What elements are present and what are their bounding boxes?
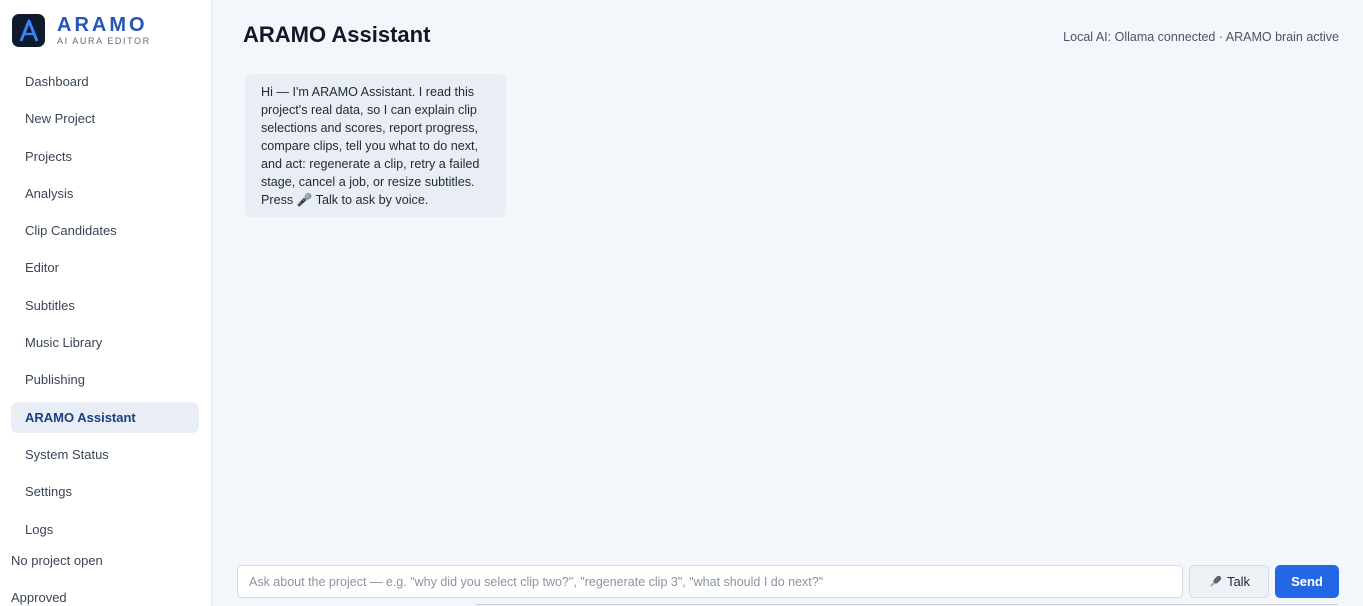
sidebar-item-editor[interactable]: Editor bbox=[11, 252, 199, 283]
sidebar-item-label: Publishing bbox=[25, 372, 85, 388]
sidebar-item-logs[interactable]: Logs bbox=[11, 514, 199, 545]
sidebar-item-label: Clip Candidates bbox=[25, 223, 117, 239]
sidebar-item-label: System Status bbox=[25, 446, 109, 462]
sidebar-item-label: Logs bbox=[25, 521, 54, 537]
microphone-icon bbox=[1208, 574, 1223, 589]
talk-label: Talk bbox=[1226, 574, 1251, 589]
sidebar-item-aramo-assistant[interactable]: ARAMO Assistant bbox=[11, 401, 199, 433]
sidebar-item-label: Settings bbox=[25, 484, 72, 500]
send-button[interactable]: Send bbox=[1275, 565, 1339, 598]
sidebar-item-label: ARAMO Assistant bbox=[25, 409, 136, 425]
brand-name: ARAMO bbox=[57, 14, 148, 36]
sidebar: ARAMO AI AURA EDITOR Dashboard New Proje… bbox=[0, 0, 212, 606]
sidebar-item-clip-candidates[interactable]: Clip Candidates bbox=[11, 215, 199, 246]
talk-button[interactable]: Talk bbox=[1189, 565, 1269, 598]
project-status: No project open bbox=[11, 553, 103, 568]
sidebar-item-subtitles[interactable]: Subtitles bbox=[11, 290, 199, 321]
brand[interactable]: ARAMO AI AURA EDITOR bbox=[12, 14, 151, 47]
sidebar-item-label: Projects bbox=[25, 148, 72, 164]
approval-status: Approved bbox=[11, 590, 67, 605]
divider bbox=[476, 604, 1338, 605]
sidebar-item-label: Dashboard bbox=[25, 74, 89, 89]
assistant-message: Hi — I'm ARAMO Assistant. I read this pr… bbox=[245, 74, 506, 217]
aramo-logo-icon bbox=[12, 14, 45, 47]
sidebar-item-analysis[interactable]: Analysis bbox=[11, 178, 199, 209]
page-title: ARAMO Assistant bbox=[243, 22, 431, 47]
sidebar-item-label: Music Library bbox=[25, 335, 103, 351]
sidebar-item-new-project[interactable]: New Project bbox=[11, 103, 199, 134]
sidebar-item-label: Analysis bbox=[25, 185, 74, 201]
chat-input[interactable] bbox=[237, 565, 1183, 598]
brand-subtitle: AI AURA EDITOR bbox=[57, 36, 151, 46]
sidebar-item-label: New Project bbox=[25, 111, 96, 127]
sidebar-item-projects[interactable]: Projects bbox=[11, 141, 199, 172]
sidebar-item-settings[interactable]: Settings bbox=[11, 476, 199, 507]
chat-composer: Talk Send bbox=[237, 565, 1339, 598]
sidebar-item-publishing[interactable]: Publishing bbox=[11, 364, 199, 395]
sidebar-item-music-library[interactable]: Music Library bbox=[11, 327, 199, 358]
sidebar-item-dashboard[interactable]: Dashboard bbox=[11, 66, 199, 97]
sidebar-nav: Dashboard New Project Projects Analysis … bbox=[11, 66, 199, 551]
sidebar-item-system-status[interactable]: System Status bbox=[11, 439, 199, 470]
ai-status-text: Local AI: Ollama connected · ARAMO brain… bbox=[1063, 30, 1339, 44]
sidebar-item-label: Editor bbox=[25, 260, 59, 276]
sidebar-item-label: Subtitles bbox=[25, 297, 75, 313]
